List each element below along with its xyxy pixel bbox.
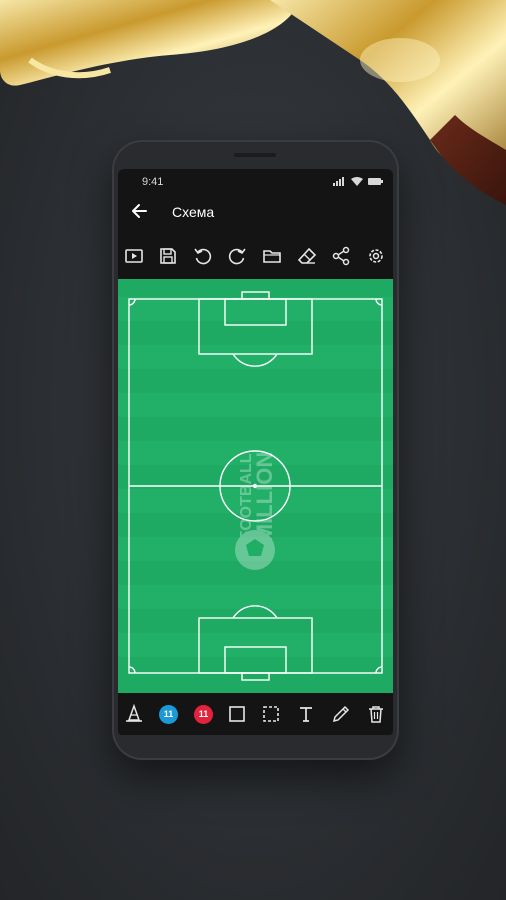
status-time: 9:41 xyxy=(142,176,164,188)
cone-icon xyxy=(126,703,142,722)
rectangle-button[interactable] xyxy=(226,703,248,725)
text-icon xyxy=(300,707,312,722)
square-icon xyxy=(229,706,245,722)
status-bar: 9:41 xyxy=(118,169,393,191)
eraser-button[interactable] xyxy=(296,245,318,267)
battery-icon xyxy=(368,178,383,185)
settings-button[interactable] xyxy=(365,245,387,267)
pencil-icon xyxy=(332,705,350,723)
cone-button[interactable] xyxy=(123,703,145,725)
page-title: Схема xyxy=(172,204,215,220)
wifi-icon xyxy=(351,177,363,186)
add-team-blue-button[interactable]: 11 xyxy=(159,705,178,724)
signal-icon xyxy=(333,177,344,186)
share-icon xyxy=(332,246,350,266)
share-button[interactable] xyxy=(330,245,352,267)
dashed-rectangle-button[interactable] xyxy=(260,703,282,725)
watermark-million: MILLION xyxy=(252,452,277,542)
save-button[interactable] xyxy=(157,245,179,267)
top-toolbar xyxy=(118,241,393,271)
redo-button[interactable] xyxy=(226,245,248,267)
undo-icon xyxy=(194,248,212,265)
trash-icon xyxy=(369,706,383,723)
eraser-icon xyxy=(297,247,317,264)
phone-speaker xyxy=(234,153,276,157)
status-icons xyxy=(333,177,383,186)
undo-button[interactable] xyxy=(192,245,214,267)
redo-icon xyxy=(228,248,246,265)
dashed-square-icon xyxy=(263,706,279,722)
back-button[interactable] xyxy=(126,197,154,225)
folder-icon xyxy=(263,250,281,263)
football-pitch[interactable]: FOOTBALL MILLION xyxy=(118,279,393,693)
save-icon xyxy=(160,248,176,264)
video-button[interactable] xyxy=(123,245,145,267)
arrow-left-icon xyxy=(132,204,147,218)
soccer-ball-icon xyxy=(235,530,275,570)
open-folder-button[interactable] xyxy=(261,245,283,267)
football-million-logo: FOOTBALL MILLION xyxy=(235,452,277,570)
pencil-button[interactable] xyxy=(330,703,352,725)
delete-button[interactable] xyxy=(365,703,387,725)
video-icon xyxy=(125,249,143,263)
app-bar: Схема xyxy=(118,191,393,231)
bottom-toolbar: 11 11 xyxy=(118,693,393,735)
app-screen: 9:41 Схема FOOTBALL MILLION 11 11 xyxy=(118,169,393,735)
add-team-red-button[interactable]: 11 xyxy=(194,705,213,724)
text-tool-button[interactable] xyxy=(295,703,317,725)
settings-icon xyxy=(369,249,383,263)
